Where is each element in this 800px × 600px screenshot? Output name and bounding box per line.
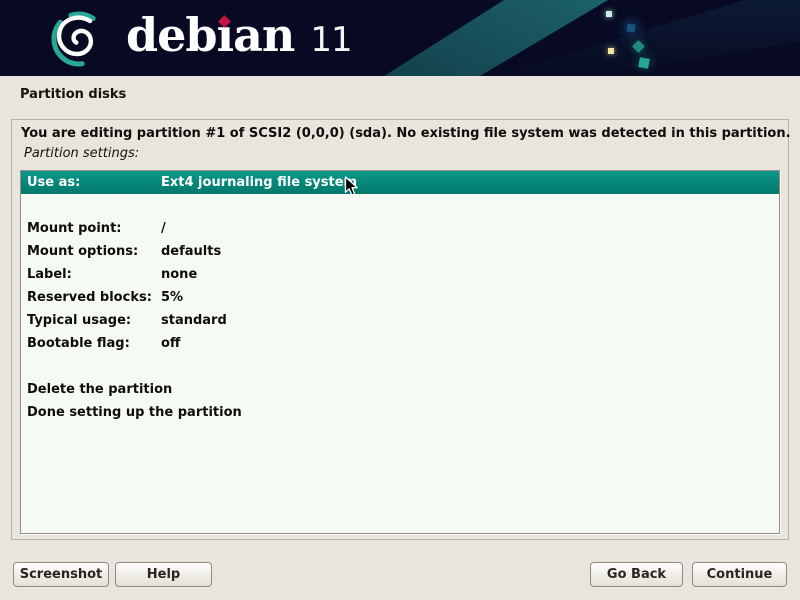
row-label: Use as: [27, 171, 80, 194]
row-label: Label: [27, 263, 72, 286]
debian-installer-window: debıan 11 Partition disks You are editin… [0, 0, 800, 600]
help-button[interactable]: Help [115, 562, 212, 587]
banner-decoration-square [626, 23, 635, 32]
mouse-cursor-icon [344, 176, 359, 197]
settings-row[interactable]: Reserved blocks: 5% [21, 286, 779, 309]
continue-button[interactable]: Continue [692, 562, 787, 587]
row-value: off [161, 332, 180, 355]
partition-settings-list[interactable]: Use as: Ext4 journaling file system Mount … [20, 170, 780, 534]
banner-decoration-square [608, 48, 614, 54]
settings-row[interactable]: Use as: Ext4 journaling file system [21, 171, 779, 194]
row-value: / [161, 217, 166, 240]
row-label: Mount options: [27, 240, 138, 263]
banner-decoration-square [606, 11, 612, 17]
debian-wordmark: debıan 11 [126, 0, 352, 76]
row-label: Reserved blocks: [27, 286, 152, 309]
settings-row[interactable]: Mount point: / [21, 217, 779, 240]
banner-decoration-square [638, 57, 650, 69]
settings-row-spacer [21, 355, 779, 378]
row-label: Mount point: [27, 217, 121, 240]
row-label: Done setting up the partition [27, 401, 242, 424]
row-label: Delete the partition [27, 378, 172, 401]
go-back-button[interactable]: Go Back [590, 562, 683, 587]
content-frame: You are editing partition #1 of SCSI2 (0… [11, 119, 789, 540]
banner-navy-band [0, 0, 800, 76]
partition-edit-message: You are editing partition #1 of SCSI2 (0… [21, 126, 791, 141]
row-value: Ext4 journaling file system [161, 171, 357, 194]
screenshot-button[interactable]: Screenshot [13, 562, 109, 587]
partition-settings-label: Partition settings: [24, 146, 139, 161]
settings-row[interactable]: Label: none [21, 263, 779, 286]
settings-row[interactable]: Bootable flag: off [21, 332, 779, 355]
settings-row[interactable]: Typical usage: standard [21, 309, 779, 332]
debian-swirl-icon [46, 5, 112, 71]
wordmark-text: debıan [126, 0, 294, 70]
row-label: Bootable flag: [27, 332, 130, 355]
settings-row[interactable]: Mount options: defaults [21, 240, 779, 263]
settings-row-spacer [21, 194, 779, 217]
row-label: Typical usage: [27, 309, 131, 332]
settings-row[interactable]: Done setting up the partition [21, 401, 779, 424]
debian-version: 11 [310, 20, 351, 60]
row-value: none [161, 263, 197, 286]
banner: debıan 11 [0, 0, 800, 76]
row-value: standard [161, 309, 227, 332]
row-value: 5% [161, 286, 183, 309]
page-title: Partition disks [20, 87, 126, 102]
settings-row[interactable]: Delete the partition [21, 378, 779, 401]
row-value: defaults [161, 240, 221, 263]
